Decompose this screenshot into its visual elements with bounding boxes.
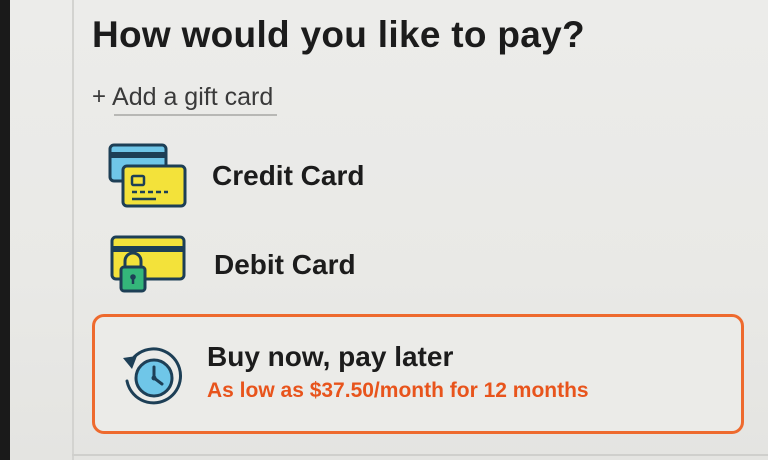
payment-screen: How would you like to pay? + Add a gift …	[10, 0, 768, 460]
add-gift-card-link[interactable]: + Add a gift card	[92, 78, 278, 116]
debit-card-label: Debit Card	[214, 249, 356, 280]
debit-card-lock-icon	[110, 235, 186, 293]
page-title: How would you like to pay?	[92, 14, 585, 55]
payment-option-credit-card[interactable]: Credit Card	[108, 142, 364, 210]
credit-card-icon	[108, 143, 187, 208]
buy-now-pay-later-option[interactable]: Buy now, pay later As low as $37.50/mont…	[92, 314, 744, 434]
plus-icon: +	[92, 83, 107, 110]
panel-edge-divider	[72, 0, 74, 460]
clock-history-icon	[123, 347, 182, 405]
payment-option-debit-card[interactable]: Debit Card	[110, 234, 356, 296]
credit-card-label: Credit Card	[212, 160, 365, 191]
add-gift-card-label: Add a gift card	[112, 82, 274, 111]
bnpl-monthly-price-text: As low as $37.50/month for 12 months	[207, 379, 589, 402]
bnpl-label: Buy now, pay later	[207, 341, 454, 372]
bottom-divider	[72, 454, 768, 456]
link-underline	[114, 114, 278, 116]
